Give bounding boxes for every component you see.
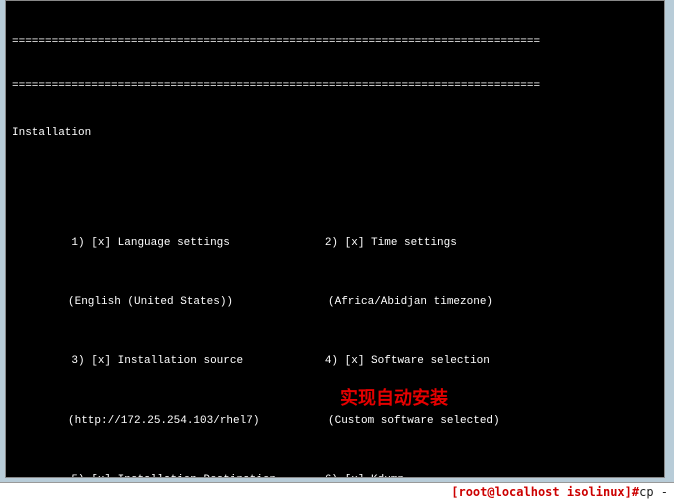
menu-sub: (http://172.25.254.103/rhel7) (12, 414, 272, 429)
top-divider-2: ========================================… (12, 79, 658, 94)
menu-row: 3) [x] Installation source 4) [x] Softwa… (12, 340, 658, 385)
menu-mark: [x] (91, 237, 111, 249)
menu-label: Language settings (118, 237, 230, 249)
menu-sub: (English (United States)) (12, 295, 272, 310)
menu-num: 3) (71, 355, 84, 367)
menu-row: 1) [x] Language settings 2) [x] Time set… (12, 221, 658, 266)
menu-mark: [x] (91, 355, 111, 367)
menu-row-sub: (English (United States)) (Africa/Abidja… (12, 295, 658, 310)
menu-mark: [x] (345, 474, 365, 478)
terminal-window: ========================================… (5, 0, 665, 478)
menu-num: 6) (325, 474, 338, 478)
menu-num: 2) (325, 237, 338, 249)
menu-num: 4) (325, 355, 338, 367)
menu-label: Installation Destination (118, 474, 276, 478)
menu-num: 5) (71, 474, 84, 478)
menu-sub: (Africa/Abidjan timezone) (272, 295, 493, 310)
top-divider: ========================================… (12, 35, 658, 50)
menu-row-sub: (http://172.25.254.103/rhel7) (Custom so… (12, 414, 658, 429)
menu-mark: [x] (345, 237, 365, 249)
menu-mark: [x] (345, 355, 365, 367)
menu-num: 1) (71, 237, 84, 249)
menu-row: 5) [x] Installation Destination 6) [x] K… (12, 458, 658, 478)
menu-sub: (Custom software selected) (272, 414, 500, 429)
installation-menu: 1) [x] Language settings 2) [x] Time set… (12, 191, 658, 478)
menu-label: Installation source (118, 355, 243, 367)
host-terminal-bar: [root@localhost isolinux]# cp - (0, 482, 674, 500)
installation-title: Installation (12, 126, 658, 141)
menu-mark: [x] (91, 474, 111, 478)
menu-label: Software selection (371, 355, 490, 367)
shell-command: cp - (639, 485, 668, 499)
annotation-label: 实现自动安装 (340, 384, 448, 410)
menu-label: Time settings (371, 237, 457, 249)
shell-prompt: [root@localhost isolinux]# (451, 485, 639, 499)
menu-label: Kdump (371, 474, 404, 478)
